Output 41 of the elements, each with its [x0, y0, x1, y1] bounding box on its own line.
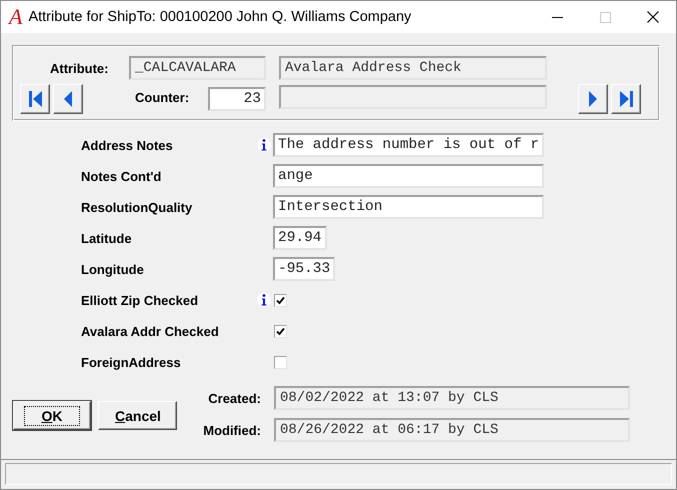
- last-button[interactable]: [611, 84, 641, 114]
- field-label: Elliott Zip Checked: [81, 292, 200, 308]
- field-label: ResolutionQuality: [81, 200, 194, 214]
- attribute-code-field: _CALCAVALARA: [129, 56, 266, 80]
- checkbox[interactable]: [274, 324, 287, 338]
- previous-icon: [64, 91, 72, 107]
- checkbox[interactable]: [274, 356, 287, 368]
- audit-field: 08/02/2022 at 13:07 by CLS: [274, 386, 630, 410]
- text-field[interactable]: ange: [273, 164, 544, 188]
- field-label: ForeignAddress: [81, 354, 182, 370]
- field-label: Latitude: [81, 230, 133, 246]
- previous-button[interactable]: [53, 84, 83, 114]
- next-icon: [589, 91, 597, 107]
- description-field: Avalara Address Check: [279, 56, 547, 80]
- last-icon: [620, 91, 632, 107]
- cancel-button[interactable]: Cancel: [98, 401, 177, 430]
- field-label: Longitude: [81, 262, 145, 276]
- app-logo: A: [9, 6, 22, 28]
- attribute-label: Attribute:: [50, 61, 108, 76]
- field-label: Address Notes: [81, 138, 174, 152]
- ok-button[interactable]: OK: [13, 401, 91, 430]
- close-icon[interactable]: [647, 11, 659, 23]
- minimize-icon[interactable]: [552, 16, 562, 18]
- audit-field: 08/26/2022 at 06:17 by CLS: [274, 418, 630, 442]
- field-label: Notes Cont'd: [81, 168, 162, 184]
- audit-label: Modified:: [203, 423, 261, 438]
- audit-label: Created:: [208, 391, 261, 406]
- first-icon: [28, 91, 42, 107]
- text-field[interactable]: The address number is out of r: [273, 133, 544, 157]
- text-field[interactable]: Intersection: [273, 195, 544, 219]
- next-button[interactable]: [578, 84, 608, 114]
- number-field[interactable]: 29.94: [273, 226, 327, 250]
- number-field[interactable]: -95.33: [273, 257, 336, 281]
- first-button[interactable]: [20, 84, 50, 114]
- counter-field[interactable]: 23: [208, 87, 266, 111]
- info-icon[interactable]: [257, 292, 271, 308]
- checkbox[interactable]: [274, 294, 287, 306]
- info-icon[interactable]: [257, 137, 271, 153]
- counter-label: Counter:: [135, 90, 190, 105]
- window-title: Attribute for ShipTo: 000100200 John Q. Williams Company: [28, 9, 412, 25]
- field-label: Avalara Addr Checked: [81, 324, 220, 338]
